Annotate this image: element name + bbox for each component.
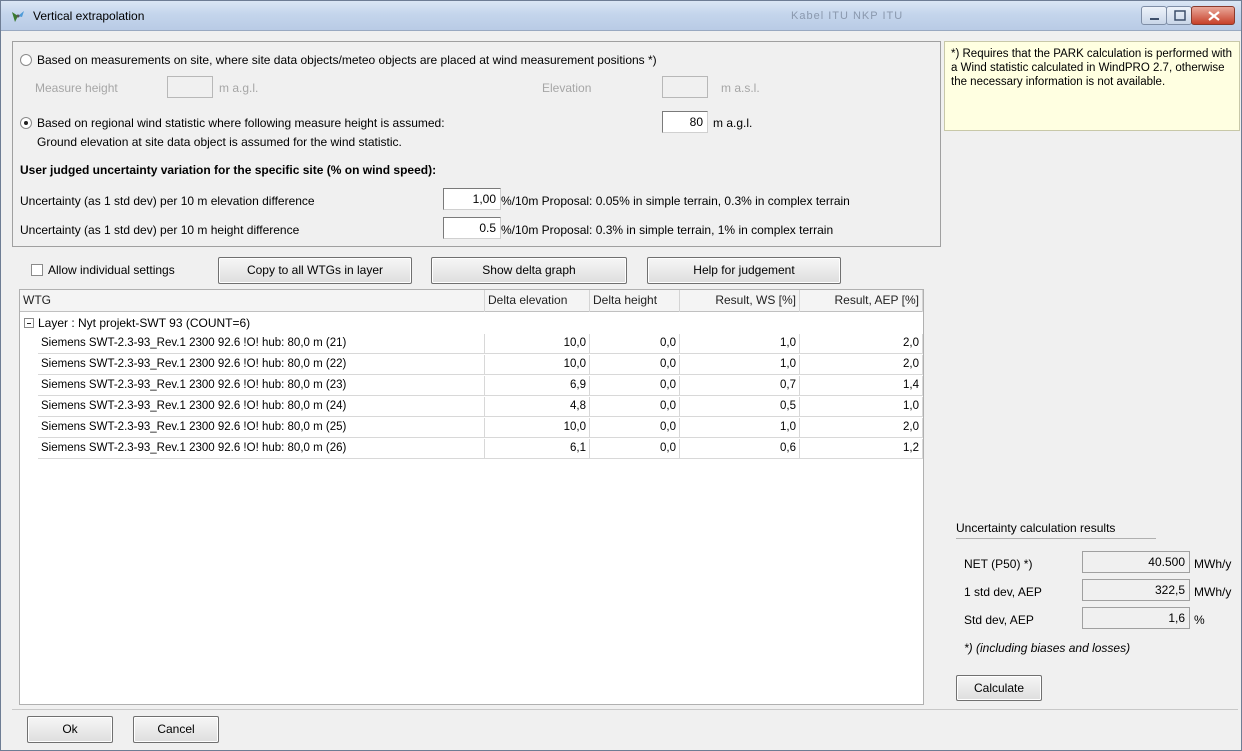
maximize-button[interactable] — [1166, 6, 1192, 25]
height-uncertainty-input[interactable]: 0.5 — [443, 217, 501, 239]
layer-group-row[interactable]: Layer : Nyt projekt-SWT 93 (COUNT=6) — [20, 313, 923, 333]
col-header-result-aep[interactable]: Result, AEP [%] — [800, 290, 923, 312]
cell-wtg: Siemens SWT-2.3-93_Rev.1 2300 92.6 !O! h… — [38, 418, 485, 438]
ground-elevation-note: Ground elevation at site data object is … — [37, 135, 402, 149]
cell-wtg: Siemens SWT-2.3-93_Rev.1 2300 92.6 !O! h… — [38, 439, 485, 459]
measure-height-label: Measure height — [35, 81, 118, 95]
cell-wtg: Siemens SWT-2.3-93_Rev.1 2300 92.6 !O! h… — [38, 397, 485, 417]
measure-height-input[interactable] — [167, 76, 213, 98]
uncertainty-section-heading: User judged uncertainty variation for th… — [20, 163, 437, 177]
help-for-judgement-button[interactable]: Help for judgement — [647, 257, 841, 284]
cell-result-ws: 1,0 — [680, 355, 800, 375]
elevation-uncertainty-hint: %/10m Proposal: 0.05% in simple terrain,… — [501, 194, 850, 208]
table-row[interactable]: Siemens SWT-2.3-93_Rev.1 2300 92.6 !O! h… — [38, 355, 923, 375]
cell-result-aep: 1,2 — [800, 439, 923, 459]
table-row[interactable]: Siemens SWT-2.3-93_Rev.1 2300 92.6 !O! h… — [38, 397, 923, 417]
maximize-icon — [1174, 10, 1186, 21]
cell-delta-elevation: 10,0 — [485, 334, 590, 354]
table-header: WTG Delta elevation Delta height Result,… — [20, 290, 923, 312]
radio-regional-wind-statistic[interactable] — [20, 117, 32, 129]
height-uncertainty-label: Uncertainty (as 1 std dev) per 10 m heig… — [20, 223, 300, 237]
cell-result-ws: 1,0 — [680, 334, 800, 354]
net-p50-value: 40.500 — [1082, 551, 1190, 573]
measure-height-unit: m a.g.l. — [219, 81, 259, 95]
elevation-input[interactable] — [662, 76, 708, 98]
std-dev-aep-unit: MWh/y — [1194, 585, 1232, 599]
cell-result-ws: 1,0 — [680, 418, 800, 438]
cell-delta-height: 0,0 — [590, 355, 680, 375]
layer-label: Layer : Nyt projekt-SWT 93 (COUNT=6) — [38, 316, 251, 330]
cell-delta-height: 0,0 — [590, 439, 680, 459]
close-icon — [1208, 11, 1220, 21]
cell-delta-height: 0,0 — [590, 376, 680, 396]
allow-individual-checkbox[interactable] — [31, 264, 43, 276]
cell-delta-height: 0,0 — [590, 397, 680, 417]
uncertainty-results-group: Uncertainty calculation results NET (P50… — [956, 521, 1236, 711]
cell-delta-height: 0,0 — [590, 418, 680, 438]
cell-delta-elevation: 6,1 — [485, 439, 590, 459]
ok-button[interactable]: Ok — [27, 716, 113, 743]
elevation-unit: m a.s.l. — [721, 81, 760, 95]
col-header-delta-elevation[interactable]: Delta elevation — [485, 290, 590, 312]
window-title: Vertical extrapolation — [33, 9, 145, 23]
assumed-height-input[interactable]: 80 — [662, 111, 708, 133]
results-divider — [956, 538, 1156, 539]
cell-result-aep: 2,0 — [800, 355, 923, 375]
col-header-wtg[interactable]: WTG — [20, 290, 485, 312]
std-dev-aep-value: 322,5 — [1082, 579, 1190, 601]
results-title: Uncertainty calculation results — [956, 521, 1116, 535]
cell-wtg: Siemens SWT-2.3-93_Rev.1 2300 92.6 !O! h… — [38, 334, 485, 354]
cancel-button[interactable]: Cancel — [133, 716, 219, 743]
dialog-window: Vertical extrapolation Kabel ITU NKP ITU… — [0, 0, 1242, 751]
net-p50-label: NET (P50) *) — [964, 557, 1033, 571]
cell-delta-elevation: 6,9 — [485, 376, 590, 396]
cell-result-aep: 2,0 — [800, 418, 923, 438]
table-row[interactable]: Siemens SWT-2.3-93_Rev.1 2300 92.6 !O! h… — [38, 334, 923, 354]
window-title-faint: Kabel ITU NKP ITU — [791, 10, 904, 22]
wind-turbine-icon — [12, 11, 24, 22]
table-row[interactable]: Siemens SWT-2.3-93_Rev.1 2300 92.6 !O! h… — [38, 418, 923, 438]
calculate-button[interactable]: Calculate — [956, 675, 1042, 701]
cell-result-aep: 2,0 — [800, 334, 923, 354]
std-dev-pct-label: Std dev, AEP — [964, 613, 1034, 627]
std-dev-pct-unit: % — [1194, 613, 1205, 627]
table-row[interactable]: Siemens SWT-2.3-93_Rev.1 2300 92.6 !O! h… — [38, 439, 923, 459]
col-header-result-ws[interactable]: Result, WS [%] — [680, 290, 800, 312]
cell-wtg: Siemens SWT-2.3-93_Rev.1 2300 92.6 !O! h… — [38, 355, 485, 375]
info-note: *) Requires that the PARK calculation is… — [944, 41, 1240, 131]
col-header-delta-height[interactable]: Delta height — [590, 290, 680, 312]
show-delta-graph-button[interactable]: Show delta graph — [431, 257, 627, 284]
table-row[interactable]: Siemens SWT-2.3-93_Rev.1 2300 92.6 !O! h… — [38, 376, 923, 396]
cell-delta-elevation: 10,0 — [485, 355, 590, 375]
std-dev-aep-label: 1 std dev, AEP — [964, 585, 1042, 599]
cell-result-aep: 1,0 — [800, 397, 923, 417]
cell-delta-elevation: 4,8 — [485, 397, 590, 417]
elevation-uncertainty-input[interactable]: 1,00 — [443, 188, 501, 210]
elevation-label: Elevation — [542, 81, 592, 95]
cell-wtg: Siemens SWT-2.3-93_Rev.1 2300 92.6 !O! h… — [38, 376, 485, 396]
radio-measurements-on-site[interactable] — [20, 54, 32, 66]
cell-result-ws: 0,6 — [680, 439, 800, 459]
minimize-button[interactable] — [1141, 6, 1167, 25]
height-uncertainty-hint: %/10m Proposal: 0.3% in simple terrain, … — [501, 223, 834, 237]
std-dev-pct-value: 1,6 — [1082, 607, 1190, 629]
cell-result-ws: 0,7 — [680, 376, 800, 396]
assumed-height-unit: m a.g.l. — [713, 116, 753, 130]
cell-delta-height: 0,0 — [590, 334, 680, 354]
title-bar[interactable]: Vertical extrapolation Kabel ITU NKP ITU — [1, 1, 1241, 31]
collapse-icon[interactable] — [24, 318, 34, 328]
minimize-icon — [1150, 18, 1159, 20]
radio-measurements-label: Based on measurements on site, where sit… — [37, 53, 657, 67]
wtg-table[interactable]: WTG Delta elevation Delta height Result,… — [19, 289, 924, 705]
results-footnote: *) (including biases and losses) — [964, 641, 1131, 655]
cell-result-ws: 0,5 — [680, 397, 800, 417]
net-p50-unit: MWh/y — [1194, 557, 1232, 571]
close-button[interactable] — [1191, 6, 1235, 25]
cell-result-aep: 1,4 — [800, 376, 923, 396]
elevation-uncertainty-label: Uncertainty (as 1 std dev) per 10 m elev… — [20, 194, 315, 208]
allow-individual-label: Allow individual settings — [48, 263, 175, 277]
radio-regional-label: Based on regional wind statistic where f… — [37, 116, 445, 130]
copy-to-all-button[interactable]: Copy to all WTGs in layer — [218, 257, 412, 284]
cell-delta-elevation: 10,0 — [485, 418, 590, 438]
